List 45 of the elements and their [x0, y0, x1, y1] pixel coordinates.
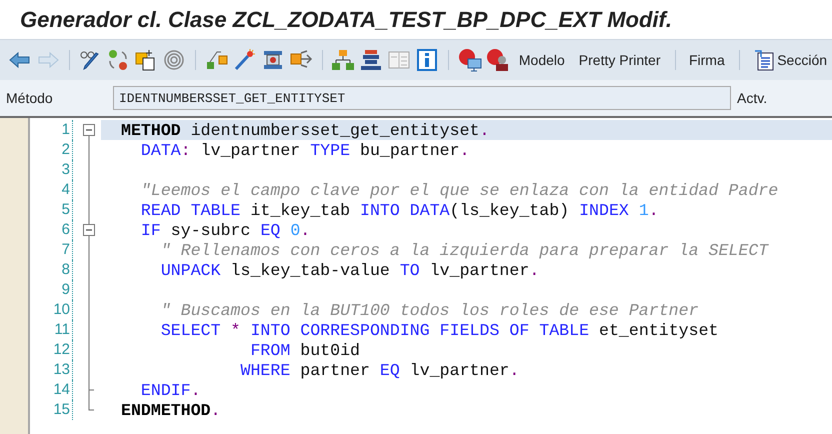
line-number: 12 [30, 340, 73, 360]
toolbar-button[interactable]: Firma [684, 46, 730, 74]
line-number: 1 [30, 120, 73, 140]
code-line: SELECT * INTO CORRESPONDING FIELDS OF TABLE et_entityset [160, 320, 718, 340]
line-number: 6 [30, 220, 73, 240]
code-line: " Buscamos en la BUT100 todos los roles de ese Partner [160, 300, 699, 320]
code-line: ENDIF. [140, 380, 201, 400]
line-number: 4 [30, 180, 73, 200]
line-number: 9 [30, 280, 73, 300]
window-title: Generador cl. Clase ZCL_ZODATA_TEST_BP_DPC_EXT Modif. [20, 6, 672, 32]
stop-monitor-icon[interactable] [458, 48, 482, 72]
code-line: "Leemos el campo clave por el que se enlaza con la entidad Padre [140, 180, 778, 200]
line-number: 15 [30, 400, 73, 420]
info-icon[interactable] [415, 48, 440, 72]
toolbar-button[interactable]: Modelo [514, 46, 570, 74]
toolbar-button[interactable]: Sección [748, 46, 832, 74]
hierarchy-icon[interactable] [331, 48, 356, 72]
code-line: ENDMETHOD. [121, 400, 221, 420]
code-line: WHERE partner EQ lv_partner. [239, 360, 520, 380]
code-line: READ TABLE it_key_tab INTO DATA(ls_key_tab) INDEX 1. [140, 200, 659, 220]
code-line: METHOD identnumbersset_get_entityset. [121, 120, 490, 140]
line-number: 10 [30, 300, 73, 320]
stop-person-icon[interactable] [486, 48, 510, 72]
line-number: 7 [30, 240, 73, 260]
code-line: UNPACK ls_key_tab-value TO lv_partner. [160, 260, 540, 280]
status-label: Actv. [737, 90, 768, 106]
collapse-icon[interactable] [83, 220, 95, 240]
code-line: DATA: lv_partner TYPE bu_partner. [140, 140, 470, 160]
line-number: 11 [30, 320, 73, 340]
collapse-icon[interactable] [83, 124, 95, 140]
document-icon [753, 49, 776, 71]
line-number: 2 [30, 140, 73, 160]
method-field[interactable]: IDENTNUMBERSSET_GET_ENTITYSET [113, 86, 731, 110]
code-line: " Rellenamos con ceros a la izquierda para preparar la SELECT [160, 240, 768, 260]
code-line: IF sy-subrc EQ 0. [140, 220, 310, 240]
code-line: FROM but0id [249, 340, 360, 360]
wand-icon[interactable] [232, 48, 257, 72]
stack-icon[interactable] [359, 48, 384, 72]
toolbar-button[interactable]: Pretty Printer [574, 46, 666, 74]
line-number: 3 [30, 160, 73, 180]
line-number: 14 [30, 380, 73, 400]
method-label: Método [5, 90, 54, 106]
line-number: 5 [30, 200, 73, 220]
line-number: 13 [30, 360, 73, 380]
line-number: 8 [30, 260, 73, 280]
